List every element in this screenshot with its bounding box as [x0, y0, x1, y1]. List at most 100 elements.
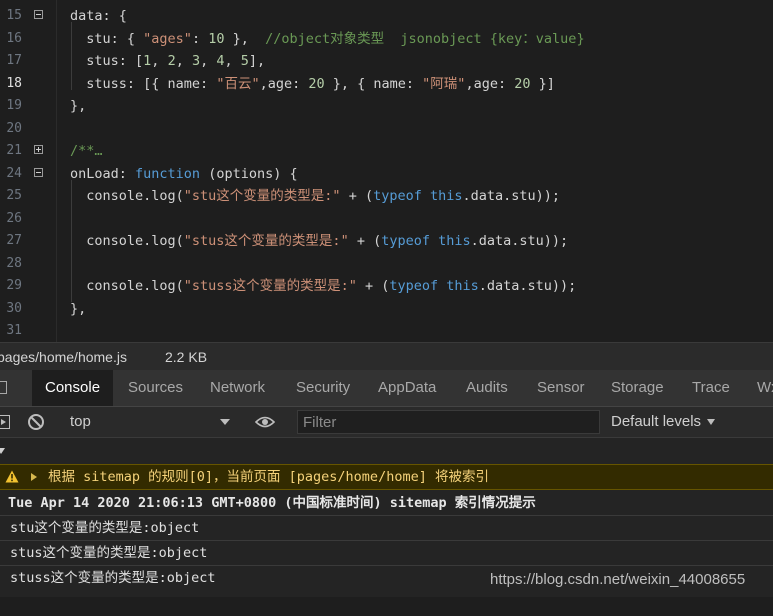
code-token: , [151, 53, 168, 69]
code-token: }, { name: [324, 75, 423, 92]
console-warning[interactable]: 根据 sitemap 的规则[0]，当前页面 [pages/home/home]… [0, 464, 773, 490]
log-levels-dropdown[interactable]: Default levels [611, 407, 701, 437]
code-token: console.log( [70, 278, 184, 294]
code-line[interactable]: 26 [0, 208, 773, 231]
code-line[interactable]: 24 onLoad: function (options) { [0, 163, 773, 186]
code-token: + ( [348, 233, 382, 249]
code-token: 5 [240, 53, 249, 69]
context-selector[interactable]: top [70, 407, 91, 437]
line-number: 18 [6, 75, 22, 91]
console-log-row[interactable]: stus这个变量的类型是:object [0, 516, 773, 561]
code-line[interactable]: 21 /**… [0, 140, 773, 163]
expand-fold-icon[interactable] [34, 145, 43, 154]
code-token: (options) { [200, 165, 298, 182]
code-line[interactable]: 15 data: { [0, 5, 773, 28]
line-number: 27 [6, 233, 22, 248]
code-line[interactable]: 27 console.log("stus这个变量的类型是:" + (typeof… [0, 230, 773, 253]
code-text: console.log("stus这个变量的类型是:" + (typeof th… [70, 230, 568, 253]
code-token: /**… [70, 143, 103, 159]
code-text: /**… [70, 140, 103, 163]
code-token: .data.stu)); [478, 278, 577, 294]
code-line[interactable]: 16 stu: { "ages": 10 }, //object对象类型 jso… [0, 28, 773, 51]
line-number: 25 [6, 188, 22, 203]
code-line[interactable]: 18 stuss: [{ name: "百云",age: 20 }, { nam… [0, 73, 773, 96]
code-token: this [438, 233, 471, 249]
line-number: 20 [6, 120, 22, 136]
code-token: 20 [308, 75, 325, 92]
code-editor[interactable]: 15 data: {16 stu: { "ages": 10 }, //objec… [0, 0, 773, 342]
chevron-down-icon[interactable] [220, 419, 230, 425]
tab-more[interactable]: Wx [757, 370, 773, 406]
line-number: 28 [6, 255, 22, 271]
code-text: stus: [1, 2, 3, 4, 5], [70, 50, 265, 73]
tab-audits[interactable]: Audits [466, 370, 508, 406]
code-line[interactable]: 20 [0, 118, 773, 141]
warning-icon [5, 470, 19, 483]
tab-trace[interactable]: Trace [692, 370, 730, 406]
collapse-fold-icon[interactable] [34, 167, 43, 177]
line-number: 15 [6, 8, 22, 23]
expand-triangle-icon[interactable] [0, 448, 5, 454]
code-token: ,age: [259, 75, 309, 92]
tab-security[interactable]: Security [296, 370, 350, 406]
clear-console-icon[interactable] [27, 413, 45, 431]
console-toolbar: top Default levels [0, 407, 773, 438]
code-token: "stuss这个变量的类型是:" [183, 278, 357, 294]
code-text: stu: { "ages": 10 }, //object对象类型 jsonob… [70, 28, 585, 51]
code-token: 10 [208, 30, 225, 47]
code-token: //object对象类型 jsonobject {key：value} [265, 30, 585, 47]
code-text: onLoad: function (options) { [70, 163, 298, 186]
file-path: pages/home/home.js [0, 349, 127, 365]
code-line[interactable]: 17 stus: [1, 2, 3, 4, 5], [0, 50, 773, 73]
collapse-fold-icon[interactable] [34, 10, 43, 19]
code-token: 3 [191, 53, 201, 69]
devtools-tab-bar: Console Sources Network Security AppData… [0, 370, 773, 407]
code-token: console.log( [70, 188, 184, 204]
code-token: , [200, 53, 217, 69]
code-line[interactable]: 31 [0, 320, 773, 342]
code-token: this [446, 278, 479, 294]
tab-sources[interactable]: Sources [128, 370, 183, 406]
code-token: this [430, 188, 463, 204]
inspect-element-icon[interactable] [0, 381, 7, 394]
code-token: console.log( [70, 233, 184, 249]
code-token: + ( [340, 188, 374, 204]
tab-appdata[interactable]: AppData [378, 370, 436, 406]
tab-network[interactable]: Network [210, 370, 265, 406]
console-log-row[interactable]: stuss这个变量的类型是:object [0, 541, 773, 586]
code-line[interactable]: 25 console.log("stu这个变量的类型是:" + (typeof … [0, 185, 773, 208]
code-line[interactable]: 30}, [0, 298, 773, 321]
code-line[interactable]: 29 console.log("stuss这个变量的类型是:" + (typeo… [0, 275, 773, 298]
code-text: data: { [70, 5, 127, 28]
code-token: ], [248, 53, 266, 69]
line-number: 19 [6, 98, 22, 113]
code-token: 4 [216, 53, 225, 69]
tab-sensor[interactable]: Sensor [537, 370, 585, 406]
code-token: }, [70, 300, 87, 317]
line-number: 21 [6, 143, 22, 158]
file-info-bar: pages/home/home.js 2.2 KB [0, 342, 773, 371]
code-token: "百云" [216, 75, 260, 92]
log-text: stuss这个变量的类型是:object [10, 570, 216, 586]
code-token: , [175, 53, 192, 69]
code-token: stu: { [70, 30, 144, 47]
code-line[interactable]: 28 [0, 253, 773, 276]
console-group-header[interactable]: Tue Apr 14 2020 21:06:13 GMT+0800 (中国标准时… [0, 438, 773, 511]
expand-arrow-icon[interactable] [31, 473, 37, 481]
code-token: .data.stu)); [462, 188, 561, 204]
code-token: ,age: [465, 75, 515, 92]
warning-text: 根据 sitemap 的规则[0]，当前页面 [pages/home/home]… [48, 469, 489, 485]
console-log-row[interactable]: stu这个变量的类型是:object [0, 491, 773, 536]
code-line[interactable]: 19}, [0, 95, 773, 118]
eye-icon[interactable] [255, 415, 275, 429]
code-token: onLoad: [70, 165, 136, 182]
chevron-down-icon[interactable] [707, 419, 715, 425]
tab-storage[interactable]: Storage [611, 370, 664, 406]
code-token: : [191, 30, 209, 47]
tab-console[interactable]: Console [32, 370, 114, 406]
sidebar-toggle-icon[interactable] [0, 415, 10, 429]
code-token: typeof [373, 188, 422, 204]
filter-input[interactable] [297, 410, 600, 434]
